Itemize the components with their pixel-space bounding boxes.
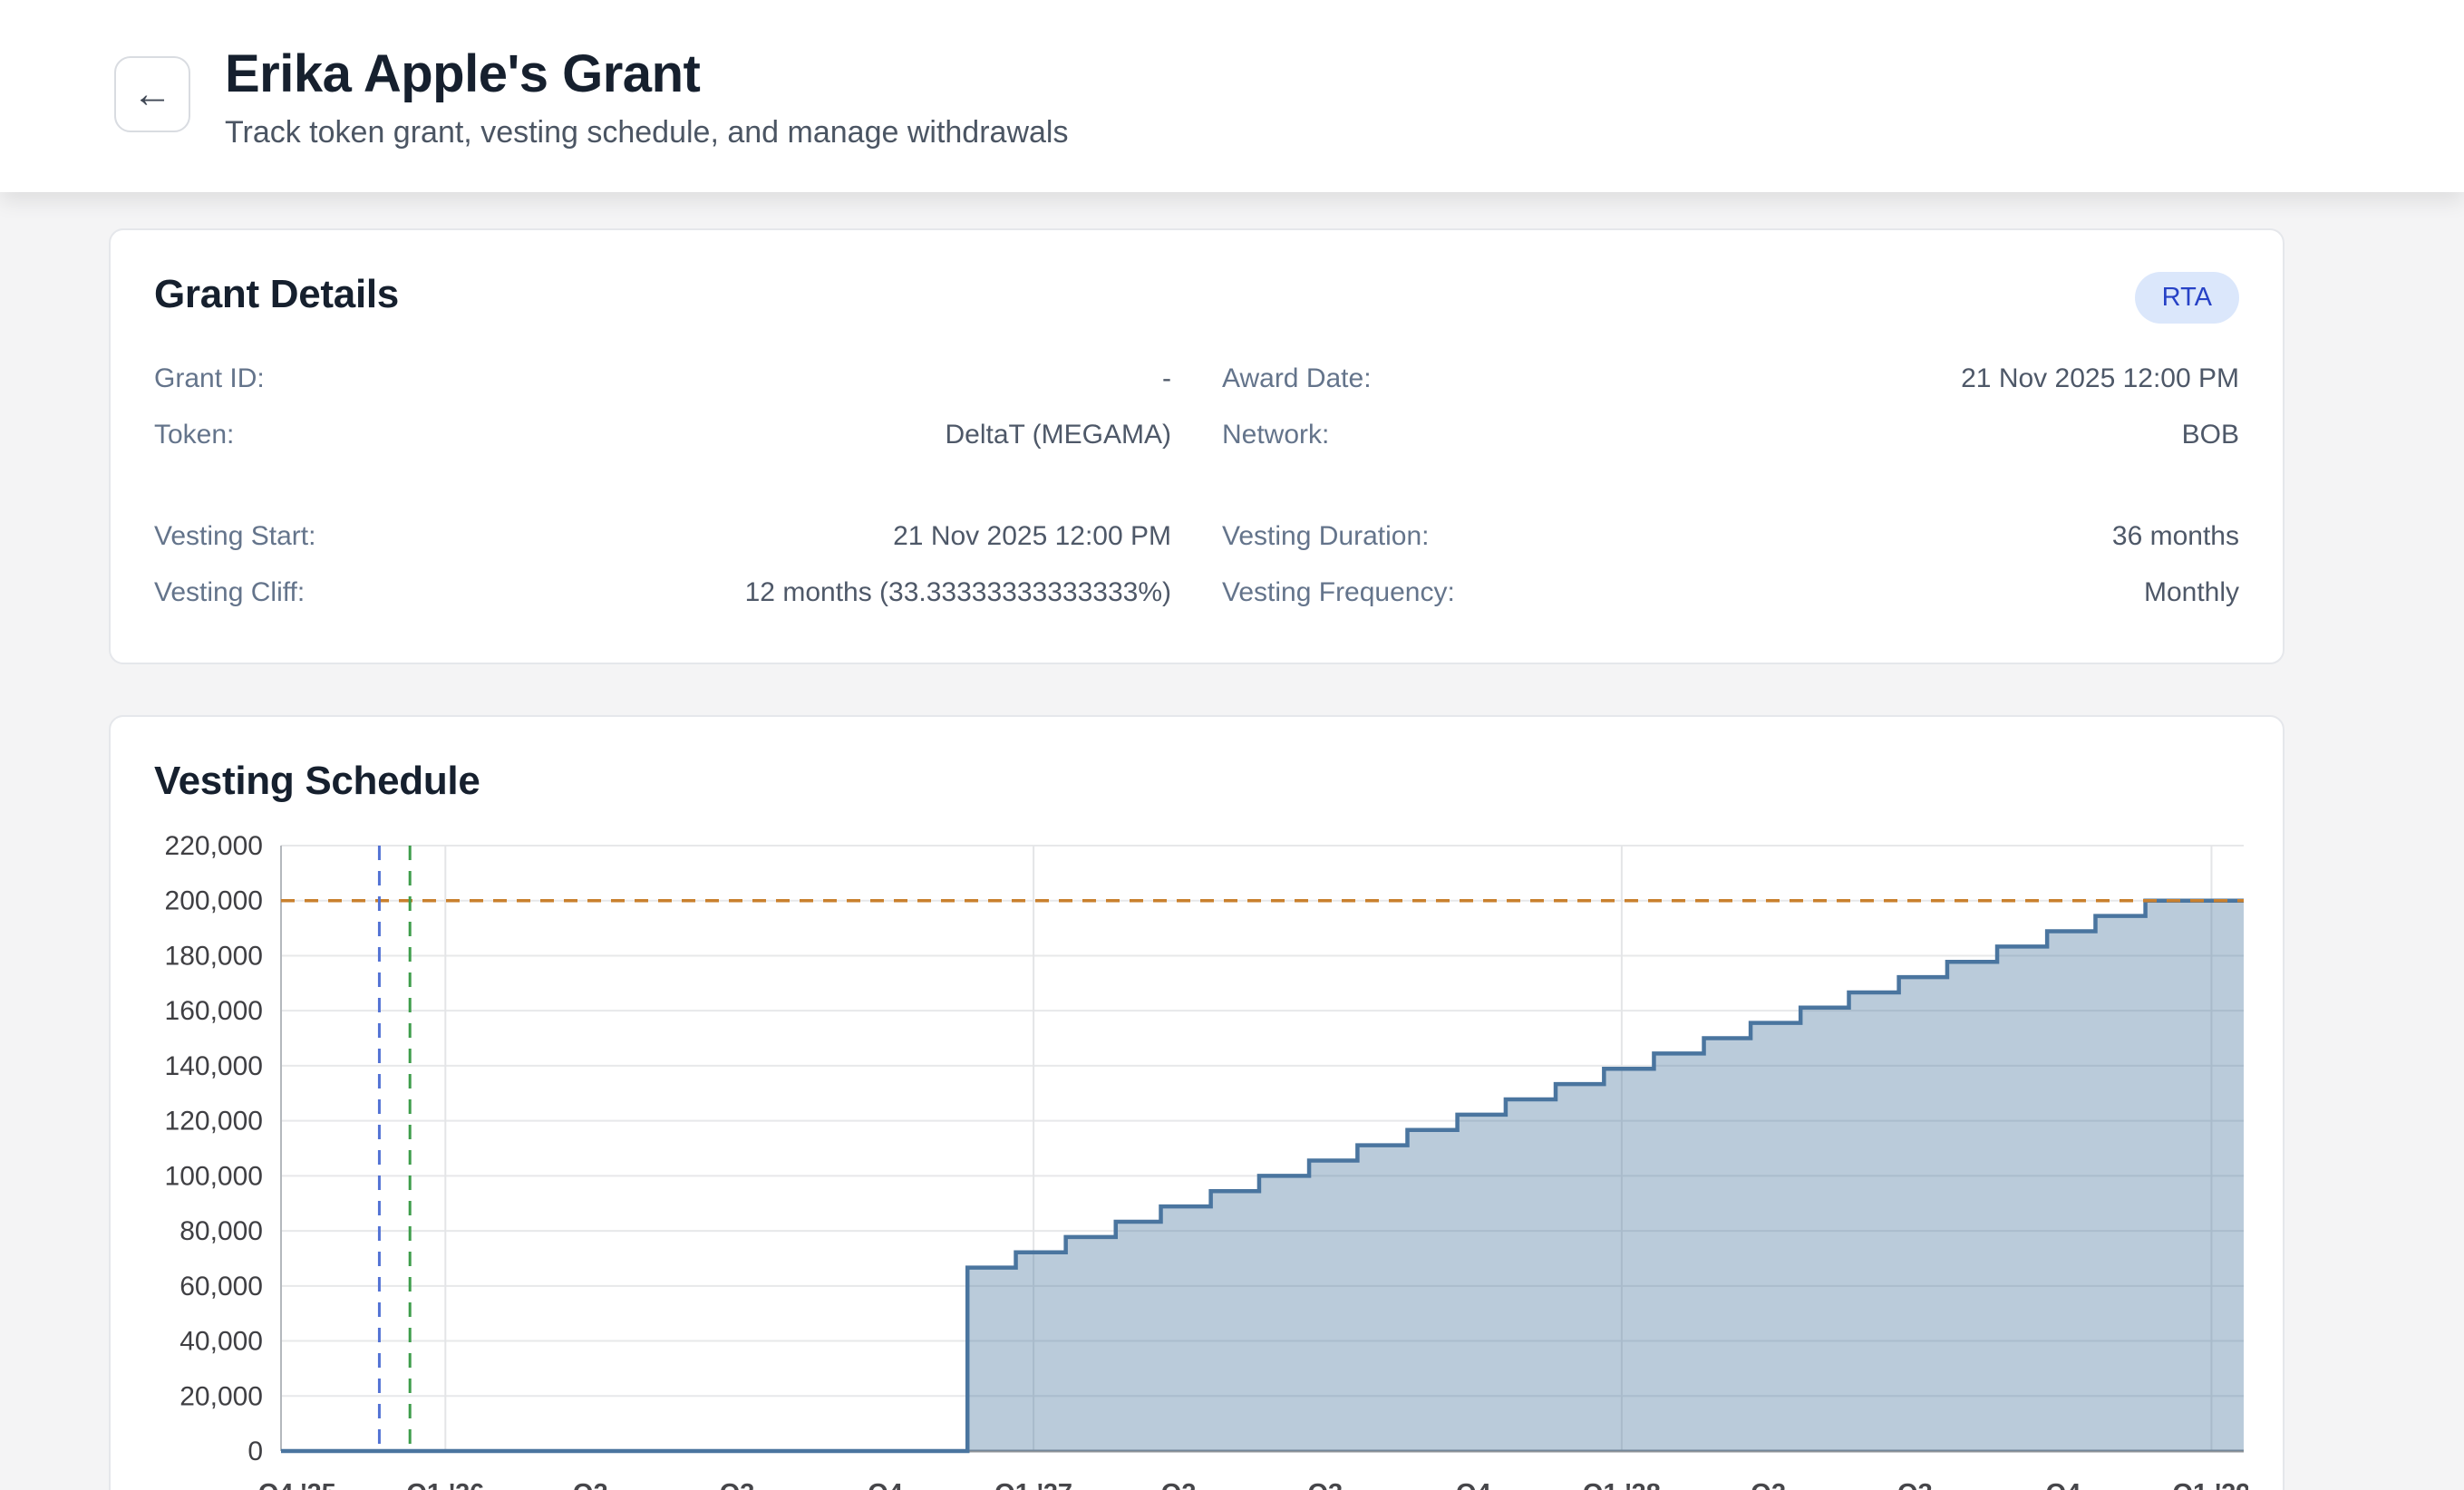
page-header: ← Erika Apple's Grant Track token grant,… [0,0,2464,192]
detail-row: Network: BOB [1222,407,2239,463]
vesting-schedule-card: Vesting Schedule 0 20,000 40,000 60,000 80,0… [109,715,2285,1490]
detail-label: Vesting Duration: [1222,521,1429,552]
x-axis-label: Q1 '27 [994,1479,1072,1490]
detail-row: Grant ID: - [154,351,1171,407]
detail-label: Token: [154,420,234,450]
y-axis-label: 80,000 [179,1216,263,1246]
detail-value: Monthly [2144,577,2239,608]
vesting-schedule-title: Vesting Schedule [154,759,2239,804]
detail-value: - [1162,363,1171,394]
detail-label: Vesting Cliff: [154,577,305,608]
grant-details-title: Grant Details [154,272,399,317]
detail-group-divider [1222,463,2239,508]
y-axis-label: 200,000 [165,886,263,916]
detail-label: Vesting Frequency: [1222,577,1455,608]
x-axis-label: Q1 '29 [2172,1479,2248,1490]
detail-label: Award Date: [1222,363,1372,394]
y-axis-label: 160,000 [165,996,263,1026]
x-axis-label: Q2 [1161,1479,1197,1490]
detail-row: Award Date: 21 Nov 2025 12:00 PM [1222,351,2239,407]
x-axis-label: Q3 [720,1479,755,1490]
x-axis-label: Q4 [868,1479,903,1490]
x-axis-label: Q3 [1897,1479,1933,1490]
y-axis-label: 120,000 [165,1107,263,1137]
detail-value: 21 Nov 2025 12:00 PM [893,521,1171,552]
detail-row: Vesting Frequency: Monthly [1222,565,2239,621]
y-axis-label: 220,000 [165,831,263,861]
x-axis-label: Q4 '25 [258,1479,336,1490]
detail-label: Network: [1222,420,1329,450]
detail-row: Vesting Start: 21 Nov 2025 12:00 PM [154,508,1171,565]
y-axis-label: 0 [247,1437,263,1466]
x-axis-label: Q1 '28 [1583,1479,1661,1490]
y-axis-label: 60,000 [179,1272,263,1301]
x-axis-label: Q3 [1307,1479,1343,1490]
detail-label: Grant ID: [154,363,265,394]
vesting-schedule-chart: 0 20,000 40,000 60,000 80,000 100,000 120,000 1… [154,827,2239,1490]
grant-details-grid: Grant ID: - Token: DeltaT (MEGAMA) Vesting S… [154,351,2239,621]
detail-label: Vesting Start: [154,521,315,552]
y-axis-label: 140,000 [165,1051,263,1081]
vesting-chart-svg: 0 20,000 40,000 60,000 80,000 100,000 120,000 1… [154,827,2248,1490]
y-axis-label: 20,000 [179,1381,263,1411]
x-axis-label: Q1 '26 [406,1479,484,1490]
back-arrow-icon: ← [132,74,172,114]
detail-value: BOB [2182,420,2239,450]
main-content: Grant Details RTA Grant ID: - Token: DeltaT… [0,192,2464,1490]
grant-details-card: Grant Details RTA Grant ID: - Token: DeltaT… [109,228,2285,664]
y-axis-label: 40,000 [179,1327,263,1357]
detail-group-divider [154,463,1171,508]
y-axis-label: 100,000 [165,1161,263,1191]
page-title: Erika Apple's Grant [225,44,1068,104]
detail-value: 36 months [2112,521,2239,552]
detail-row: Vesting Cliff: 12 months (33.333333333333… [154,565,1171,621]
detail-value: 21 Nov 2025 12:00 PM [1961,363,2239,394]
detail-value: 12 months (33.33333333333333%) [745,577,1171,608]
x-axis-label: Q4 [2046,1479,2081,1490]
detail-row: Vesting Duration: 36 months [1222,508,2239,565]
detail-row: Token: DeltaT (MEGAMA) [154,407,1171,463]
page-subtitle: Track token grant, vesting schedule, and… [225,115,1068,150]
detail-column-1: Grant ID: - Token: DeltaT (MEGAMA) Vesting S… [154,351,1171,621]
y-axis-label: 180,000 [165,941,263,971]
back-button[interactable]: ← [114,56,190,132]
rta-badge: RTA [2135,272,2239,324]
x-axis-label: Q4 [1456,1479,1491,1490]
detail-column-2: Award Date: 21 Nov 2025 12:00 PM Network: B… [1222,351,2239,621]
x-axis-label: Q2 [1751,1479,1786,1490]
x-axis-label: Q2 [573,1479,608,1490]
detail-value: DeltaT (MEGAMA) [946,420,1171,450]
